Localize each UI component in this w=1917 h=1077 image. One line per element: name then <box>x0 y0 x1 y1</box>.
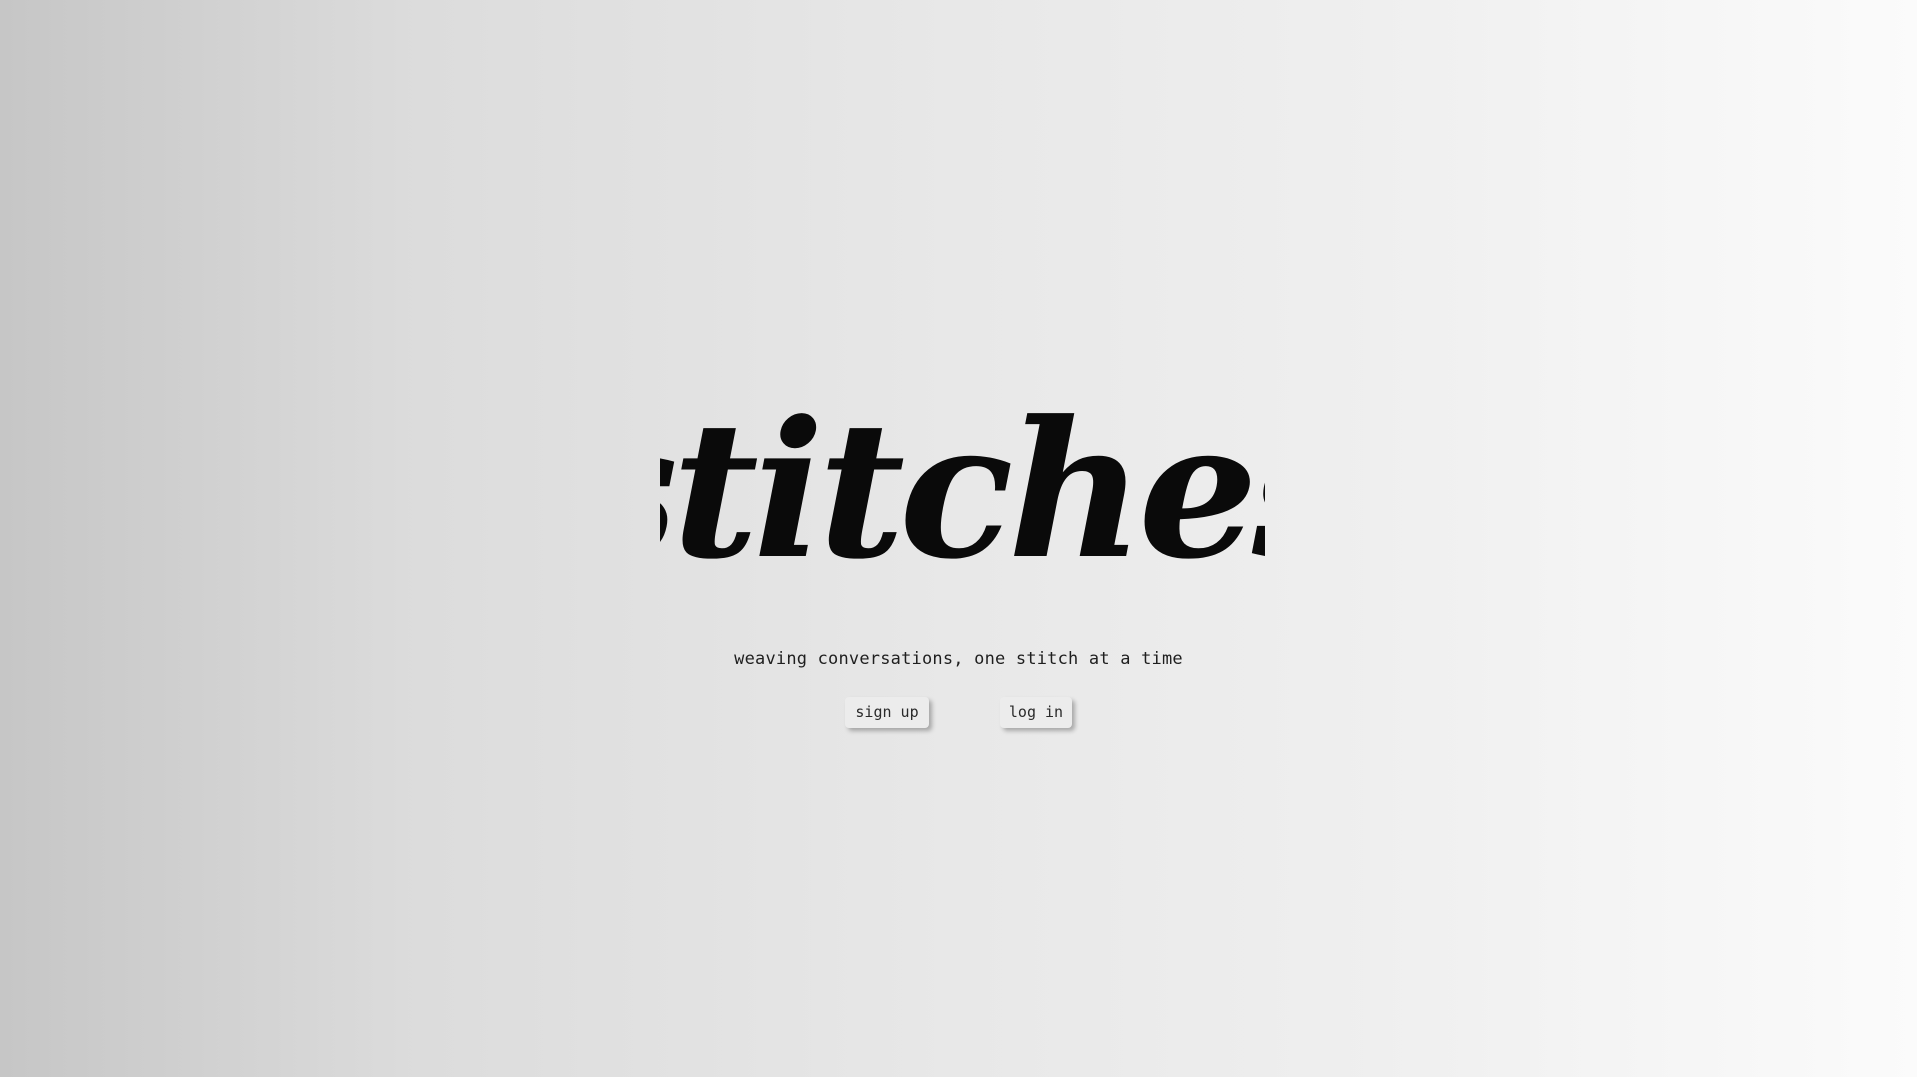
logo-wordmark-svg: stitches <box>660 380 1265 601</box>
logo-wordmark: stitches <box>660 380 1265 601</box>
landing-page: stitches weaving conversations, one stit… <box>0 0 1917 1077</box>
stitches-logo: stitches <box>660 378 1265 603</box>
tagline: weaving conversations, one stitch at a t… <box>734 649 1183 669</box>
sign-up-button[interactable]: sign up <box>845 697 929 728</box>
log-in-button[interactable]: log in <box>1000 697 1072 728</box>
